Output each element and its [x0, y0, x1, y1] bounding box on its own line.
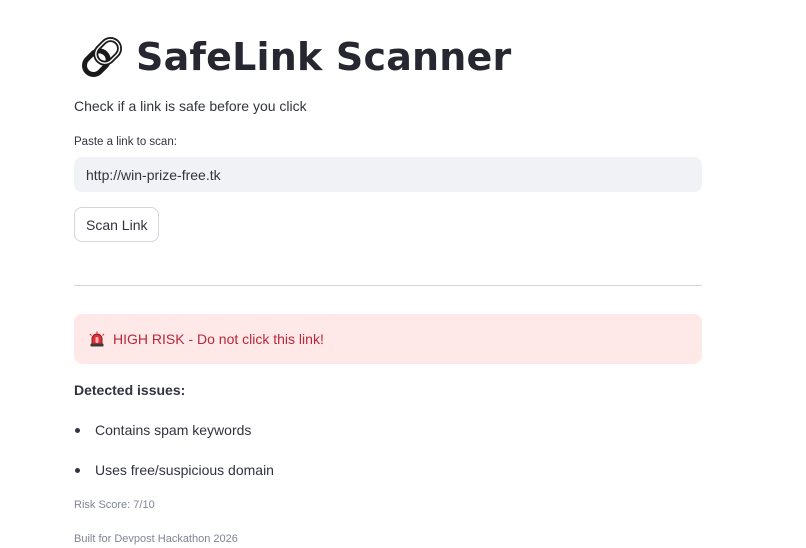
bullet: [75, 428, 80, 433]
list-item: Contains spam keywords: [74, 420, 702, 460]
risk-score: Risk Score: 7/10: [74, 499, 155, 511]
url-input-label: Paste a link to scan:: [74, 136, 177, 148]
scan-link-button[interactable]: Scan Link: [74, 207, 160, 242]
risk-alert: HIGH RISK - Do not click this link!: [74, 314, 702, 364]
page-header: SafeLink Scanner: [78, 34, 511, 80]
siren-icon: [88, 331, 106, 347]
app-page: SafeLink Scanner Check if a link is safe…: [0, 0, 806, 548]
url-input[interactable]: [74, 157, 702, 192]
issue-text: Uses free/suspicious domain: [95, 462, 274, 478]
alert-message: HIGH RISK - Do not click this link!: [113, 331, 324, 347]
footer-text: Built for Devpost Hackathon 2026: [74, 533, 238, 545]
bullet: [75, 468, 80, 473]
issue-list: Contains spam keywords Uses free/suspici…: [74, 420, 702, 500]
issues-heading: Detected issues:: [74, 382, 186, 398]
page-title: SafeLink Scanner: [136, 35, 512, 79]
list-item: Uses free/suspicious domain: [74, 460, 702, 500]
link-icon: [78, 33, 126, 81]
divider: [74, 285, 702, 286]
issue-text: Contains spam keywords: [95, 422, 252, 438]
page-subtitle: Check if a link is safe before you click: [74, 98, 307, 114]
